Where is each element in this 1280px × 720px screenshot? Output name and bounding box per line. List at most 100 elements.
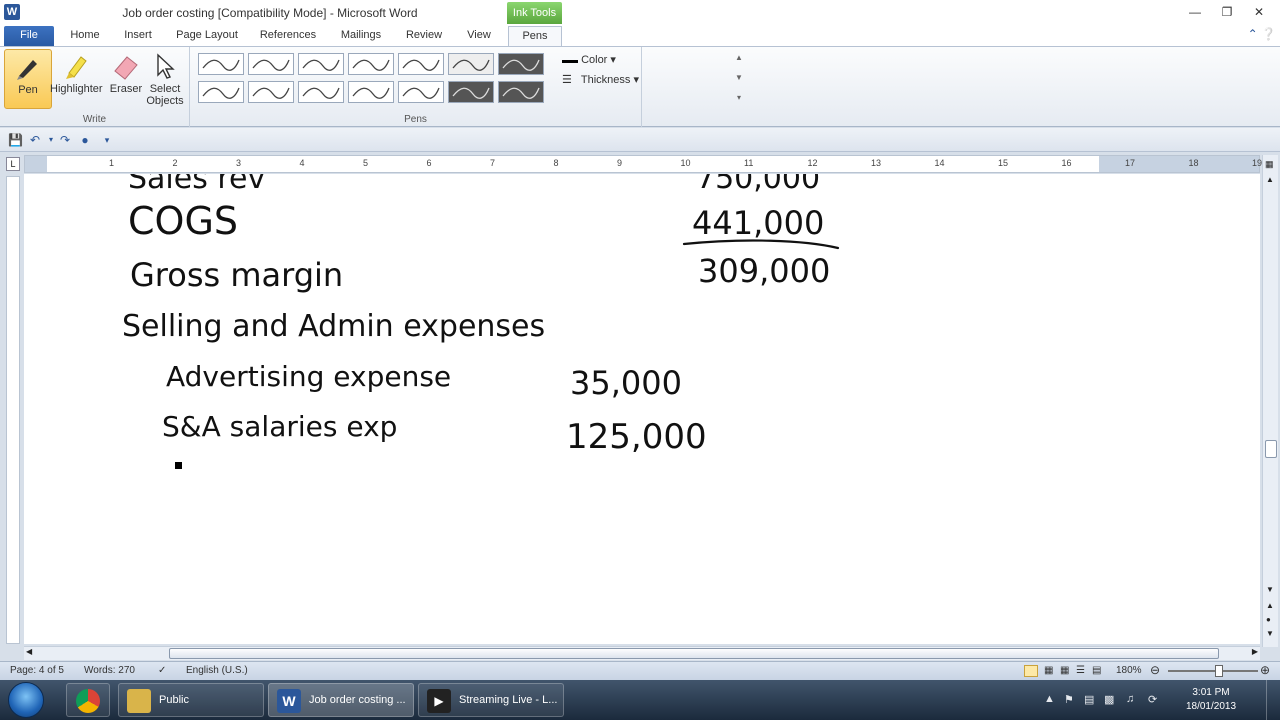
customize-qat-icon[interactable]: ▾ [100,133,114,147]
scroll-up-icon[interactable]: ▲ [1266,175,1274,184]
clock[interactable]: 3:01 PM 18/01/2013 [1176,686,1246,714]
pen-style-swatch[interactable] [198,81,244,103]
tab-pens[interactable]: Pens [508,26,562,46]
color-dropdown[interactable]: Color ▾ [562,53,616,66]
display-icon[interactable]: ▤ [1084,693,1094,706]
pen-style-swatch[interactable] [448,53,494,75]
ruler-number: 18 [1188,158,1199,168]
ink-canvas[interactable]: Sales rev COGS Gross margin Selling and … [24,174,1260,644]
ruler-number: 15 [998,158,1009,168]
pen-style-swatch[interactable] [298,81,344,103]
web-layout-icon[interactable]: ▦ [1060,665,1069,676]
scroll-left-icon[interactable]: ◀ [26,647,32,656]
help-icon[interactable]: ⌃ ❔ [1248,27,1276,41]
pen-style-swatch[interactable] [498,81,544,103]
thickness-icon: ☰ [562,74,572,86]
pen-style-swatch[interactable] [198,53,244,75]
ruler-toggle-icon[interactable]: ▦ [1265,159,1274,170]
scroll-down-icon[interactable]: ▼ [1266,585,1274,594]
sync-icon[interactable]: ⟳ [1148,693,1157,706]
gallery-more-icon[interactable]: ▾ [733,93,745,113]
windows-taskbar: Public W Job order costing ... ▶ Streami… [0,680,1280,720]
vertical-scrollbar[interactable]: ▦ ▲ ▼ ▲ ● ▼ [1262,155,1278,647]
taskbar-item-word[interactable]: W Job order costing ... [268,683,414,717]
draft-icon[interactable]: ▤ [1092,665,1101,676]
proofing-icon[interactable]: ✓ [158,665,166,676]
tab-file[interactable]: File [4,26,54,46]
redo-icon[interactable]: ↷ [58,133,72,147]
network-icon[interactable]: ▩ [1104,693,1114,706]
ribbon: Pen Highlighter Eraser Select Objects Wr… [0,46,1280,127]
horizontal-scrollbar[interactable]: ◀ ▶ [24,646,1260,660]
start-button[interactable] [8,682,44,718]
pen-style-swatch[interactable] [248,81,294,103]
media-player-icon: ▶ [427,689,451,713]
ink-line-1-label: Sales rev [128,174,265,196]
pen-style-swatch[interactable] [348,81,394,103]
show-desktop-button[interactable] [1266,680,1276,720]
tab-review[interactable]: Review [398,26,450,46]
restore-icon[interactable]: ❐ [1216,4,1238,20]
previous-page-icon[interactable]: ▲ [1266,601,1274,610]
zoom-slider[interactable] [1168,670,1258,672]
minimize-icon[interactable]: — [1184,4,1206,20]
system-tray: ▲ ⚑ ▤ ▩ ♫ ⟳ 3:01 PM 18/01/2013 [1036,680,1276,720]
tab-insert[interactable]: Insert [114,26,162,46]
chrome-icon [76,689,100,713]
full-screen-reading-icon[interactable]: ▦ [1044,665,1053,676]
taskbar-item-public[interactable]: Public [118,683,264,717]
zoom-slider-thumb[interactable] [1215,665,1223,677]
volume-icon[interactable]: ♫ [1126,693,1134,705]
close-icon[interactable]: ✕ [1248,4,1270,20]
chrome-taskbar-button[interactable] [66,683,110,717]
vertical-scroll-thumb[interactable] [1265,440,1277,458]
next-page-icon[interactable]: ▼ [1266,629,1274,638]
pen-button[interactable]: Pen [4,49,52,109]
pen-style-swatch[interactable] [298,53,344,75]
horizontal-ruler[interactable]: 1 2 3 4 5 6 7 8 9 10 11 12 13 14 15 16 17 18 19 [24,155,1262,173]
tab-home[interactable]: Home [62,26,108,46]
word-count[interactable]: Words: 270 [84,665,135,676]
print-preview-icon[interactable]: ● [78,133,92,147]
write-group: Pen Highlighter Eraser Select Objects Wr… [0,47,190,127]
print-layout-icon[interactable] [1024,665,1038,677]
pen-style-swatch[interactable] [448,81,494,103]
tab-view[interactable]: View [458,26,500,46]
tab-mailings[interactable]: Mailings [332,26,390,46]
gallery-up-icon[interactable]: ▲ [733,53,745,73]
page-count[interactable]: Page: 4 of 5 [10,665,64,676]
select-objects-button[interactable]: Select Objects [142,49,188,109]
select-browse-object-icon[interactable]: ● [1266,615,1271,624]
save-icon[interactable]: 💾 [8,133,23,147]
taskbar-item-streaming[interactable]: ▶ Streaming Live - L... [418,683,564,717]
tab-page-layout[interactable]: Page Layout [170,26,244,46]
vertical-ruler[interactable] [6,176,20,644]
flag-icon[interactable]: ⚑ [1064,693,1074,706]
undo-dropdown-icon[interactable]: ▾ [44,133,58,147]
ruler-number: 7 [490,158,496,168]
highlighter-button[interactable]: Highlighter [50,49,103,109]
pen-style-swatch[interactable] [498,53,544,75]
word-icon: W [277,689,301,713]
pen-style-swatch[interactable] [398,53,444,75]
outline-icon[interactable]: ☰ [1076,665,1085,676]
gallery-down-icon[interactable]: ▼ [733,73,745,93]
tab-selector[interactable]: L [6,157,20,171]
undo-icon[interactable]: ↶ [28,133,42,147]
pen-style-swatch[interactable] [248,53,294,75]
pen-style-swatch[interactable] [398,81,444,103]
language-indicator[interactable]: English (U.S.) [186,665,248,676]
zoom-in-icon[interactable]: ⊕ [1260,663,1270,677]
document-page[interactable]: Sales rev COGS Gross margin Selling and … [24,174,1260,644]
ruler-number: 8 [553,158,559,168]
show-hidden-icons-icon[interactable]: ▲ [1044,693,1055,705]
tab-references[interactable]: References [252,26,324,46]
thickness-dropdown[interactable]: ☰ Thickness ▾ [562,73,639,86]
zoom-level[interactable]: 180% [1116,665,1142,676]
scroll-right-icon[interactable]: ▶ [1252,647,1258,656]
zoom-out-icon[interactable]: ⊖ [1150,663,1160,677]
ruler-number: 5 [363,158,369,168]
horizontal-scroll-thumb[interactable] [169,648,1219,659]
ink-line-2-label: COGS [128,199,238,243]
pen-style-swatch[interactable] [348,53,394,75]
